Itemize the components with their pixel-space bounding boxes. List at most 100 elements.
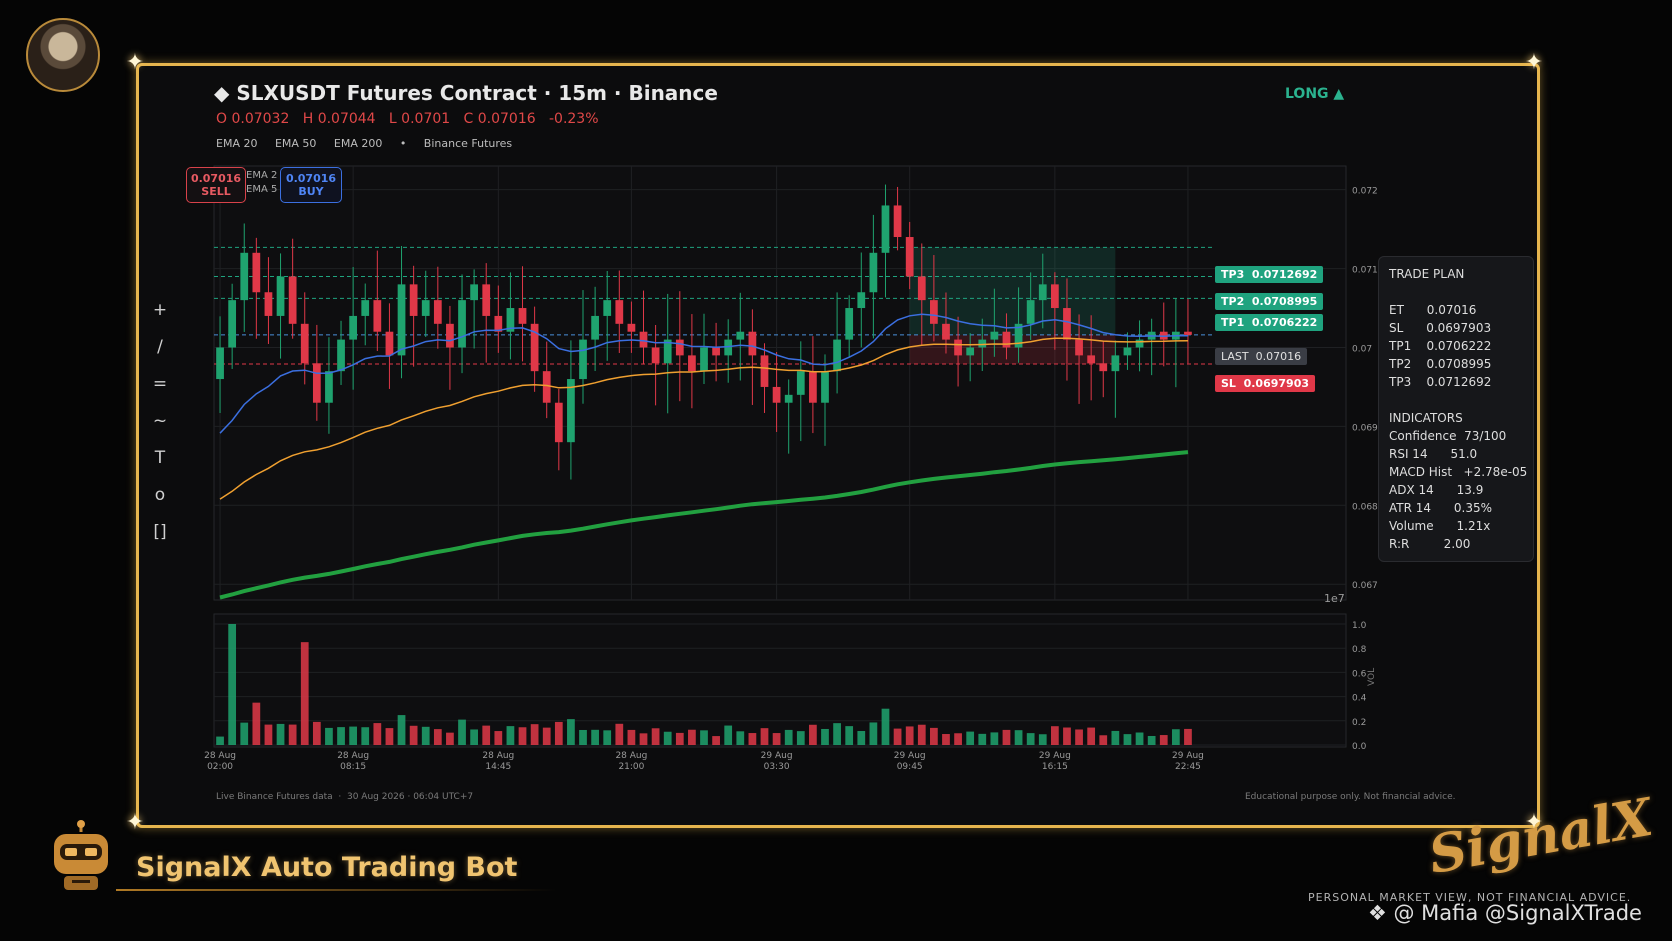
candle-body: [796, 371, 805, 395]
volume-value: Volume 1.21x: [1389, 519, 1491, 533]
candle-body: [990, 331, 999, 340]
candle-body: [1184, 331, 1192, 335]
trendline-tool[interactable]: /: [150, 337, 170, 374]
volume-bar: [712, 736, 720, 745]
volume-bar: [530, 724, 539, 745]
volume-bar: [978, 733, 987, 745]
candle-body: [1050, 284, 1059, 309]
volume-bar: [1147, 735, 1156, 745]
volume-bar: [1038, 734, 1047, 745]
candle-body: [1111, 355, 1120, 372]
sell-button[interactable]: 0.07016 SELL: [186, 167, 246, 203]
candle-body: [651, 347, 660, 364]
rr-value: R:R 2.00: [1389, 537, 1471, 551]
candle-body: [760, 355, 769, 387]
y-tick-label: 0.072: [1352, 187, 1378, 197]
volume-bar: [1159, 735, 1168, 745]
candle-body: [809, 371, 817, 403]
sl-tag: SL 0.0697903: [1215, 375, 1315, 392]
volume-bar: [663, 731, 672, 745]
volume-bar: [821, 728, 829, 745]
candle-body: [1099, 363, 1108, 372]
vol-tick-label: 0.0: [1352, 742, 1367, 752]
volume-bar: [615, 723, 624, 745]
candle-body: [688, 355, 696, 372]
vol-tick-label: 0.6: [1352, 669, 1367, 679]
candle-body: [397, 284, 406, 356]
volume-bar: [494, 731, 503, 745]
x-tick-label: 29 Aug: [761, 751, 793, 761]
volume-bar: [542, 727, 551, 745]
text-tool[interactable]: T: [150, 448, 170, 485]
volume-bar: [809, 724, 817, 745]
tp2-tag: TP2 0.0708995: [1215, 293, 1324, 310]
candle-body: [1123, 347, 1132, 356]
vol-tick-label: 1.0: [1352, 621, 1367, 631]
volume-bar: [736, 731, 745, 745]
candle-body: [772, 386, 781, 403]
volume-bar: [1014, 730, 1023, 745]
volume-bar: [796, 731, 805, 745]
candle-body: [869, 252, 878, 293]
volume-bar: [591, 729, 599, 745]
tp1-tag: TP1 0.0706222: [1215, 314, 1324, 331]
candle-body: [591, 315, 599, 340]
candle-body: [639, 331, 648, 348]
candle-body: [845, 308, 854, 340]
volume-bar: [930, 727, 938, 745]
x-tick-label: 14:45: [485, 762, 511, 772]
volume-bar: [1050, 726, 1059, 745]
candle-body: [385, 331, 394, 356]
volume-bar: [397, 715, 406, 745]
vol-tick-label: 0.4: [1352, 694, 1367, 704]
candle-body: [893, 205, 902, 238]
volume-bar: [639, 733, 648, 745]
atr-value: ATR 14 0.35%: [1389, 501, 1493, 515]
x-tick-label: 29 Aug: [894, 751, 926, 761]
volume-bar: [833, 723, 841, 745]
crosshair-tool[interactable]: +: [150, 300, 170, 337]
volume-bar: [675, 732, 684, 745]
candle-body: [518, 308, 527, 324]
volume-bar: [506, 726, 515, 745]
volume-bar: [1099, 735, 1108, 745]
volume-bar: [252, 702, 261, 745]
volume-bar: [518, 727, 527, 745]
educational-note: Educational purpose only. Not financial …: [1245, 792, 1456, 802]
x-tick-label: 28 Aug: [615, 751, 647, 761]
entry-value: ET 0.07016: [1389, 303, 1477, 317]
circle-tool[interactable]: o: [150, 485, 170, 522]
last-price-tag: LAST 0.07016: [1215, 348, 1308, 365]
volume-bar: [567, 719, 575, 745]
volume-bar: [264, 724, 273, 745]
x-tick-label: 16:15: [1042, 762, 1068, 772]
volume-bar: [361, 727, 370, 745]
volume-bar: [942, 734, 950, 745]
volume-bar: [1087, 727, 1096, 745]
hline-tool[interactable]: =: [150, 374, 170, 411]
volume-pane: [213, 613, 1347, 748]
candle-body: [542, 371, 551, 403]
volume-bar: [1171, 729, 1180, 745]
candle-body: [567, 379, 575, 443]
watermark: ❖ @ Mafia @SignalXTrade: [1368, 901, 1642, 925]
volume-bar: [446, 732, 454, 745]
x-tick-label: 22:45: [1175, 762, 1201, 772]
buy-button[interactable]: 0.07016 BUY: [280, 167, 342, 203]
brush-tool[interactable]: ~: [150, 411, 170, 448]
brand-underline: [116, 889, 556, 891]
candle-body: [458, 300, 466, 348]
volume-bar: [1075, 729, 1083, 745]
candle-body: [579, 339, 587, 380]
candle-body: [881, 205, 890, 253]
buy-price: 0.07016: [285, 172, 337, 185]
candle-body: [470, 284, 478, 301]
volume-bar: [325, 727, 333, 745]
volume-bar: [845, 726, 854, 745]
volume-bar: [1135, 732, 1144, 745]
indicators-title: INDICATORS: [1389, 411, 1463, 425]
candle-body: [240, 252, 249, 301]
rectangle-tool[interactable]: []: [150, 522, 170, 559]
candle-body: [337, 339, 345, 372]
volume-bar: [688, 729, 696, 745]
